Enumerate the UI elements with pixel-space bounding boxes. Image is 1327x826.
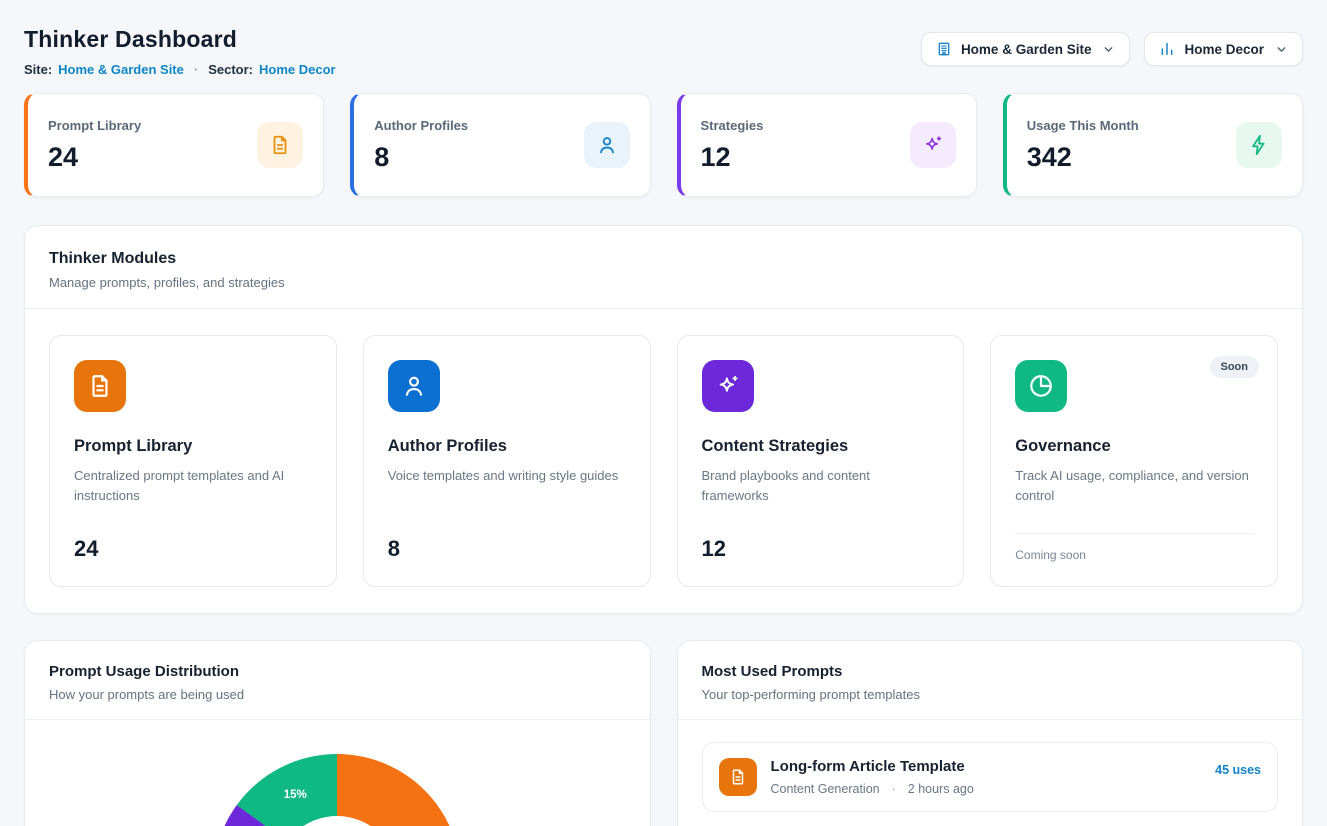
sparkle-icon [910, 122, 956, 168]
prompt-category: Content Generation [771, 782, 880, 796]
stat-card-usage: Usage This Month 342 [1003, 93, 1303, 197]
modules-title: Thinker Modules [49, 250, 1278, 268]
module-card-content-strategies[interactable]: Content Strategies Brand playbooks and c… [677, 335, 965, 587]
module-count: 24 [74, 536, 312, 562]
lightning-icon [1236, 122, 1282, 168]
site-label: Site: [24, 62, 52, 77]
prompt-meta: Content Generation · 2 hours ago [771, 782, 974, 796]
prompt-time: 2 hours ago [908, 782, 974, 796]
stat-value: 8 [374, 142, 468, 173]
prompt-item-text: Long-form Article Template Content Gener… [771, 758, 974, 796]
module-description: Centralized prompt templates and AI inst… [74, 466, 312, 506]
sector-selector-label: Home Decor [1184, 42, 1264, 57]
stats-row: Prompt Library 24 Author Profiles 8 Stra… [24, 93, 1303, 197]
module-card-governance: Soon Governance Track AI usage, complian… [990, 335, 1278, 587]
site-sector-breadcrumb: Site: Home & Garden Site · Sector: Home … [24, 62, 336, 77]
module-title: Governance [1015, 437, 1253, 456]
document-icon [719, 758, 757, 796]
bottom-row: Prompt Usage Distribution How your promp… [24, 640, 1303, 826]
stat-label: Prompt Library [48, 118, 141, 133]
prompts-panel-header: Most Used Prompts Your top-performing pr… [678, 641, 1303, 719]
usage-panel-subtitle: How your prompts are being used [49, 687, 626, 702]
prompts-panel-title: Most Used Prompts [702, 663, 1279, 680]
prompt-item-left: Long-form Article Template Content Gener… [719, 758, 974, 796]
module-card-author-profiles[interactable]: Author Profiles Voice templates and writ… [363, 335, 651, 587]
donut-segment-label: 15% [284, 789, 307, 801]
meta-separator: · [892, 782, 896, 796]
prompts-panel-subtitle: Your top-performing prompt templates [702, 687, 1279, 702]
module-count: 8 [388, 536, 626, 562]
building-icon [936, 41, 952, 57]
donut-chart: 15% [213, 754, 461, 826]
pie-chart-icon [1015, 360, 1067, 412]
site-selector-dropdown[interactable]: Home & Garden Site [921, 32, 1131, 66]
thinker-modules-section: Thinker Modules Manage prompts, profiles… [24, 225, 1303, 614]
stat-label: Usage This Month [1027, 118, 1139, 133]
stat-text: Usage This Month 342 [1027, 118, 1139, 173]
header-controls: Home & Garden Site Home Decor [921, 32, 1303, 66]
modules-header: Thinker Modules Manage prompts, profiles… [25, 226, 1302, 308]
modules-subtitle: Manage prompts, profiles, and strategies [49, 275, 1278, 290]
module-count: 12 [702, 536, 940, 562]
module-title: Author Profiles [388, 437, 626, 456]
most-used-prompts-panel: Most Used Prompts Your top-performing pr… [677, 640, 1304, 826]
usage-panel-title: Prompt Usage Distribution [49, 663, 626, 680]
list-item-long-form-article[interactable]: Long-form Article Template Content Gener… [702, 742, 1279, 812]
stat-value: 24 [48, 142, 141, 173]
page-header: Thinker Dashboard Site: Home & Garden Si… [24, 26, 1303, 77]
stat-card-strategies: Strategies 12 [677, 93, 977, 197]
coming-soon-text: Coming soon [1015, 533, 1253, 562]
module-title: Prompt Library [74, 437, 312, 456]
usage-panel-header: Prompt Usage Distribution How your promp… [25, 641, 650, 719]
chart-area: 15% [25, 720, 650, 826]
module-card-prompt-library[interactable]: Prompt Library Centralized prompt templa… [49, 335, 337, 587]
soon-badge: Soon [1210, 356, 1260, 378]
dashboard-page: Thinker Dashboard Site: Home & Garden Si… [0, 0, 1327, 826]
stat-text: Prompt Library 24 [48, 118, 141, 173]
prompt-title: Long-form Article Template [771, 758, 974, 775]
sector-link[interactable]: Home Decor [259, 62, 336, 77]
document-icon [74, 360, 126, 412]
stat-text: Strategies 12 [701, 118, 764, 173]
module-title: Content Strategies [702, 437, 940, 456]
page-title: Thinker Dashboard [24, 26, 336, 53]
document-icon [257, 122, 303, 168]
stat-card-prompt-library: Prompt Library 24 [24, 93, 324, 197]
site-selector-label: Home & Garden Site [961, 42, 1092, 57]
usage-distribution-panel: Prompt Usage Distribution How your promp… [24, 640, 651, 826]
user-icon [584, 122, 630, 168]
modules-grid: Prompt Library Centralized prompt templa… [25, 309, 1302, 613]
stat-label: Strategies [701, 118, 764, 133]
meta-separator: · [194, 62, 198, 77]
module-description: Voice templates and writing style guides [388, 466, 626, 486]
sparkle-icon [702, 360, 754, 412]
chevron-down-icon [1275, 43, 1288, 56]
sector-label: Sector: [208, 62, 253, 77]
user-icon [388, 360, 440, 412]
stat-label: Author Profiles [374, 118, 468, 133]
module-description: Brand playbooks and content frameworks [702, 466, 940, 506]
uses-badge: 45 uses [1215, 763, 1261, 777]
site-link[interactable]: Home & Garden Site [58, 62, 184, 77]
sector-selector-dropdown[interactable]: Home Decor [1144, 32, 1303, 66]
header-titles: Thinker Dashboard Site: Home & Garden Si… [24, 26, 336, 77]
chevron-down-icon [1102, 43, 1115, 56]
bar-chart-icon [1159, 41, 1175, 57]
stat-text: Author Profiles 8 [374, 118, 468, 173]
stat-card-author-profiles: Author Profiles 8 [350, 93, 650, 197]
module-description: Track AI usage, compliance, and version … [1015, 466, 1253, 506]
stat-value: 12 [701, 142, 764, 173]
stat-value: 342 [1027, 142, 1139, 173]
prompt-list: Long-form Article Template Content Gener… [678, 720, 1303, 826]
